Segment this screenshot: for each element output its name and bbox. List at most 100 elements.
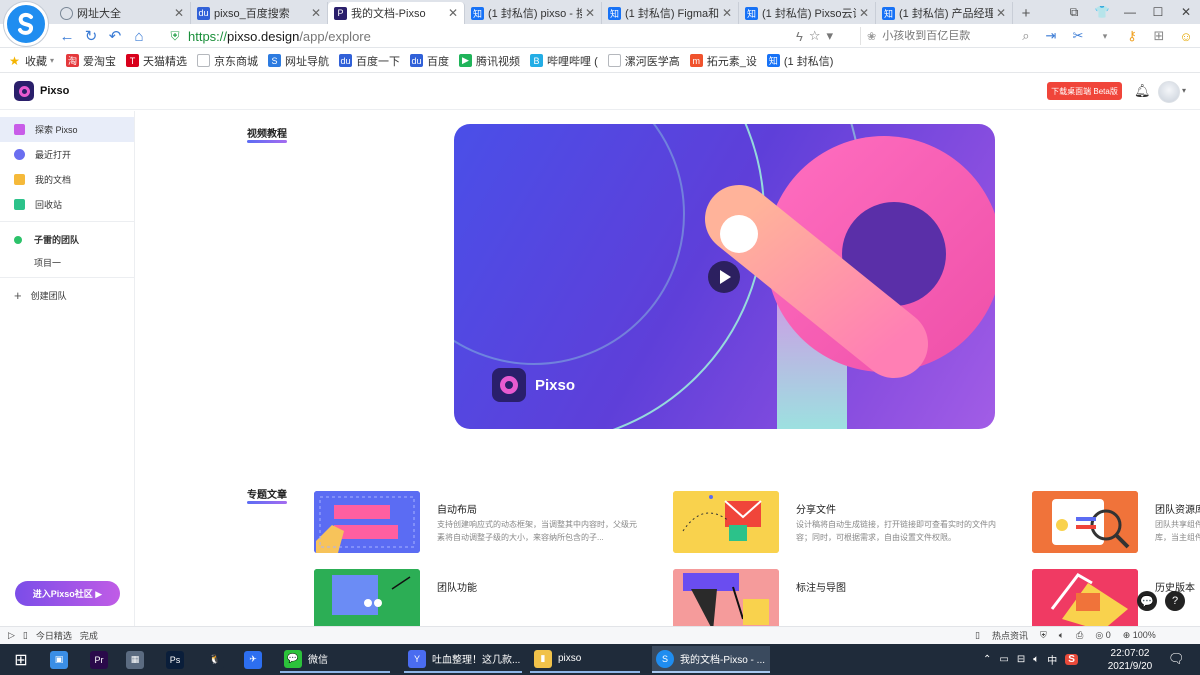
sogou-browser-logo[interactable] <box>4 2 48 46</box>
back-icon[interactable]: ← <box>56 25 78 47</box>
zoom-level[interactable]: ⊕ 100% <box>1123 630 1156 641</box>
taskbar-app[interactable]: Pr <box>86 646 114 673</box>
sidebar-item-0[interactable]: 探索 Pixso <box>0 117 134 142</box>
article-card[interactable]: 标注与导图 <box>673 569 1003 626</box>
close-icon[interactable]: ✕ <box>174 6 184 20</box>
article-thumbnail[interactable] <box>1032 491 1138 553</box>
ime-indicator[interactable]: 中 <box>1047 652 1057 667</box>
taskbar-app[interactable]: ▮ pixso <box>530 646 640 673</box>
article-title[interactable]: 团队功能 <box>437 579 477 594</box>
minimize-icon[interactable]: — <box>1116 0 1144 24</box>
close-window-icon[interactable]: ✕ <box>1172 0 1200 24</box>
video-tutorial-card[interactable]: Pixso <box>454 124 995 429</box>
new-tab-button[interactable]: + <box>1013 2 1039 24</box>
chevron-up-icon[interactable]: ⌃ <box>983 654 991 665</box>
sidebar-team[interactable]: 子雷的团队 <box>0 227 134 252</box>
notification-icon[interactable]: 🗨︎ <box>1168 651 1185 667</box>
status-today-picks[interactable]: 今日精选 <box>36 629 72 642</box>
article-card[interactable]: 自动布局 支持创建响应式的动态框架，当调整其中内容时，父级元素将自动调整子级的大小… <box>314 491 644 553</box>
chevron-down-icon[interactable]: ▾ <box>1094 25 1116 47</box>
bookmark-item[interactable]: T 天猫精选 <box>126 53 187 69</box>
pixso-logo[interactable]: Pixso <box>14 81 69 101</box>
shield-icon[interactable]: ⛨ <box>1040 630 1047 641</box>
tab-1[interactable]: du pixso_百度搜索 ✕ <box>191 2 328 24</box>
home-icon[interactable]: ⌂ <box>128 25 150 47</box>
help-button[interactable]: ? <box>1165 591 1185 611</box>
avatar[interactable] <box>1158 81 1180 103</box>
refresh-icon[interactable]: ↻ <box>80 25 102 47</box>
taskbar-app[interactable]: ▣ <box>46 646 74 673</box>
print-icon[interactable]: ⎙ <box>1076 630 1083 641</box>
tab-6[interactable]: 知 (1 封私信) 产品经理可✕ <box>876 2 1013 24</box>
taskbar-app[interactable]: S 我的文档-Pixso - ... <box>652 646 770 673</box>
create-team-button[interactable]: + 创建团队 <box>0 283 134 308</box>
search-box[interactable]: ❀ ⌕ <box>860 27 1032 45</box>
taskbar-app[interactable]: ✈ <box>240 646 268 673</box>
bookmark-item[interactable]: m 拓元素_设 <box>689 53 757 69</box>
login-icon[interactable]: ⇥ <box>1040 25 1062 47</box>
article-title[interactable]: 自动布局 <box>437 501 477 516</box>
close-icon[interactable]: ✕ <box>722 6 732 20</box>
bookmark-item[interactable]: ★ 收藏 ▾ <box>8 53 54 69</box>
bookmark-item[interactable]: ▶ 腾讯视频 <box>459 53 520 69</box>
network-icon[interactable]: ⊟ <box>1017 654 1025 665</box>
bookmark-item[interactable]: 京东商城 <box>197 53 258 69</box>
tab-4[interactable]: 知 (1 封私信) Figma和Pi ✕ <box>602 2 739 24</box>
tab-5[interactable]: 知 (1 封私信) Pixso云设 ✕ <box>739 2 876 24</box>
taskbar-app[interactable]: Ps <box>162 646 190 673</box>
taskbar-app[interactable]: Y 吐血整理！这几款... <box>404 646 522 673</box>
taskbar-app[interactable]: ▦ <box>122 646 150 673</box>
download-count-icon[interactable]: ◎ 0 <box>1095 630 1110 641</box>
search-icon[interactable]: ⌕ <box>1022 28 1029 44</box>
close-icon[interactable]: ✕ <box>311 6 321 20</box>
article-thumbnail[interactable] <box>314 569 420 626</box>
clock[interactable]: 22:07:02 2021/9/20 <box>1100 647 1160 673</box>
restore-tabs-icon[interactable]: ⧉ <box>1060 0 1088 24</box>
sidebar-project-item[interactable]: 项目一 <box>0 250 134 275</box>
undo-icon[interactable]: ↶ <box>104 25 126 47</box>
bookmark-item[interactable]: 淘爱淘宝 <box>66 53 116 69</box>
article-thumbnail[interactable] <box>314 491 420 553</box>
scissors-icon[interactable]: ✂ <box>1067 25 1089 47</box>
grid-icon[interactable]: ⊞ <box>1148 25 1170 47</box>
article-card[interactable]: 分享文件 设计稿将自动生成链接，打开链接即可查看实时的文件内容；同时，可根据需求，… <box>673 491 1003 553</box>
article-title[interactable]: 团队资源库 <box>1155 501 1200 516</box>
sidebar-item-1[interactable]: 最近打开 <box>0 142 134 167</box>
sidebar-item-3[interactable]: 回收站 <box>0 192 134 217</box>
chevron-down-icon[interactable]: ▾ <box>50 56 54 65</box>
bookmark-item[interactable]: du 百度 <box>410 53 449 69</box>
speaker-icon[interactable]: 🔈︎ <box>1059 630 1064 641</box>
url-text[interactable]: https://pixso.design/app/explore <box>188 29 371 44</box>
bookmark-item[interactable]: B 哔哩哔哩 ( <box>530 53 598 69</box>
article-card[interactable]: 团队功能 <box>314 569 644 626</box>
article-title[interactable]: 标注与导图 <box>796 579 846 594</box>
close-icon[interactable]: ✕ <box>585 6 595 20</box>
close-icon[interactable]: ✕ <box>996 6 1006 20</box>
bell-icon[interactable]: 🔔︎ <box>1134 83 1151 99</box>
close-icon[interactable]: ✕ <box>859 6 869 20</box>
article-thumbnail[interactable] <box>673 491 779 553</box>
smiley-icon[interactable]: ☺ <box>1175 25 1197 47</box>
bookmark-item[interactable]: S 网址导航 <box>268 53 329 69</box>
article-title[interactable]: 分享文件 <box>796 501 836 516</box>
download-desktop-button[interactable]: 下载桌面端 Beta版 <box>1047 82 1122 100</box>
article-card[interactable]: 团队资源库团队共享组件库，当主组件修改... <box>1032 491 1200 553</box>
skin-icon[interactable]: 👕 <box>1088 0 1116 24</box>
article-thumbnail[interactable] <box>1032 569 1138 626</box>
bookmark-item[interactable]: 漯河医学高 <box>607 53 680 69</box>
close-icon[interactable]: ✕ <box>448 6 458 20</box>
tab-3[interactable]: 知 (1 封私信) pixso - 搜 ✕ <box>465 2 602 24</box>
community-button[interactable]: 进入Pixso社区 ▶ <box>15 581 120 606</box>
url-field[interactable]: ⛨ https://pixso.design/app/explore <box>168 26 854 46</box>
play-button[interactable] <box>708 261 740 293</box>
article-thumbnail[interactable] <box>673 569 779 626</box>
tab-0[interactable]: 网址大全 ✕ <box>54 2 191 24</box>
sidebar-toggle-icon[interactable]: ▷ <box>8 630 15 641</box>
sogou-ime-icon[interactable]: S <box>1065 654 1078 665</box>
taskbar-app[interactable]: 🐧 <box>202 646 230 673</box>
star-icon[interactable]: ☆ <box>809 28 821 44</box>
key-icon[interactable]: ⚷ <box>1121 25 1143 47</box>
sidebar-item-2[interactable]: 我的文档 <box>0 167 134 192</box>
search-input[interactable] <box>882 30 1023 42</box>
battery-icon[interactable]: ▭ <box>999 654 1008 665</box>
